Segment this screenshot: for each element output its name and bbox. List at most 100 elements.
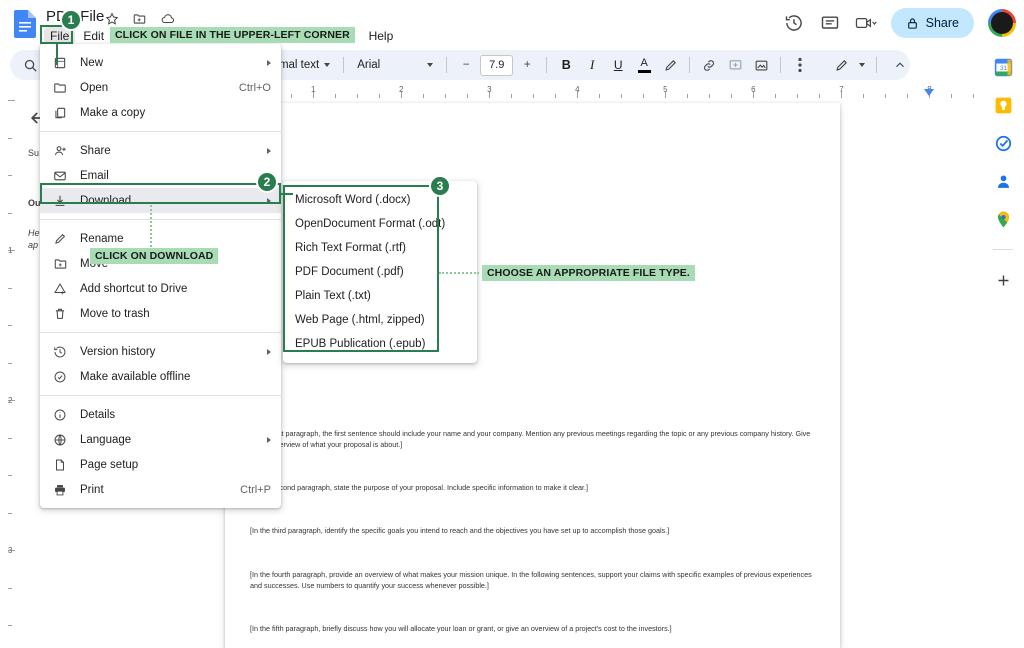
bold-button[interactable]: B	[554, 53, 578, 77]
collapse-chevron-icon[interactable]	[888, 53, 912, 77]
ruler-tick	[907, 94, 909, 98]
font-family-select[interactable]: Arial	[351, 53, 439, 77]
text-color-swatch	[637, 69, 651, 73]
decrease-font-size-button[interactable]: −	[454, 53, 478, 77]
menu-item-version-history[interactable]: Version history	[40, 339, 281, 364]
menu-item-shortcut: Ctrl+P	[240, 483, 271, 496]
doc-paragraph-5: [In the fifth paragraph, briefly discuss…	[250, 623, 672, 633]
menu-item-label: Details	[80, 408, 116, 421]
insert-link-icon[interactable]	[697, 53, 721, 77]
ruler-tick	[687, 94, 689, 98]
ruler-tick	[951, 94, 953, 98]
menu-divider	[40, 219, 281, 220]
right-indent-marker[interactable]	[924, 89, 935, 96]
ruler-tick	[555, 94, 557, 98]
file-menu-popup[interactable]: New Open Ctrl+O Make a copy Share Email …	[40, 44, 281, 508]
menu-item-details[interactable]: Details	[40, 402, 281, 427]
cloud-saved-icon[interactable]	[160, 12, 176, 26]
vertical-ruler[interactable]: 1 2 3	[8, 100, 20, 640]
star-icon[interactable]	[105, 12, 119, 26]
google-tasks-icon[interactable]	[992, 132, 1014, 154]
move-to-folder-icon[interactable]	[132, 12, 147, 26]
move-folder-icon	[52, 256, 68, 272]
submenu-arrow-icon	[267, 436, 271, 443]
ruler-number: 2	[8, 396, 13, 405]
menu-item-language[interactable]: Language	[40, 427, 281, 452]
menu-item-label: Make a copy	[80, 106, 146, 119]
menu-divider	[40, 395, 281, 396]
increase-font-size-button[interactable]: +	[515, 53, 539, 77]
submenu-arrow-icon	[267, 197, 271, 204]
step2-dotted-connector	[150, 205, 152, 247]
google-keep-icon[interactable]	[992, 94, 1014, 116]
toolbar-divider	[780, 57, 782, 73]
google-docs-icon[interactable]	[14, 10, 36, 38]
add-shortcut-icon	[52, 281, 68, 297]
insert-image-icon[interactable]	[749, 53, 773, 77]
google-maps-icon[interactable]	[992, 208, 1014, 230]
horizontal-ruler[interactable]: 12345678	[225, 85, 982, 98]
google-calendar-icon[interactable]: 31	[992, 56, 1014, 78]
toolbar-divider	[343, 57, 345, 73]
more-options-icon[interactable]	[788, 53, 812, 77]
submenu-item-html[interactable]: Web Page (.html, zipped)	[283, 308, 477, 332]
menu-item-download[interactable]: Download	[40, 188, 281, 213]
text-color-button[interactable]: A	[632, 53, 656, 77]
add-comment-icon[interactable]	[723, 53, 747, 77]
menu-item-open[interactable]: Open Ctrl+O	[40, 75, 281, 100]
version-history-icon[interactable]	[783, 12, 805, 34]
menu-edit[interactable]: Edit	[77, 27, 110, 45]
menu-item-share[interactable]: Share	[40, 138, 281, 163]
menu-item-make-available-offline[interactable]: Make available offline	[40, 364, 281, 389]
menu-item-move-to-trash[interactable]: Move to trash	[40, 301, 281, 326]
pencil-icon[interactable]	[829, 53, 853, 77]
ruler-tick	[357, 94, 358, 98]
share-button[interactable]: Share	[890, 8, 974, 38]
submenu-item-rtf[interactable]: Rich Text Format (.rtf)	[283, 236, 477, 260]
menu-item-label: New	[80, 56, 104, 69]
ruler-number: 2	[399, 85, 404, 94]
submenu-item-epub[interactable]: EPUB Publication (.epub)	[283, 332, 477, 356]
menu-item-label: Download	[80, 194, 132, 207]
menu-item-print[interactable]: Print Ctrl+P	[40, 477, 281, 502]
menu-item-label: Open	[80, 81, 109, 94]
menu-item-add-shortcut-to-drive[interactable]: Add shortcut to Drive	[40, 276, 281, 301]
step3-label: CHOOSE AN APPROPRIATE FILE TYPE.	[482, 265, 695, 281]
menu-item-label: Version history	[80, 345, 156, 358]
menu-item-label: Language	[80, 433, 132, 446]
folder-open-icon	[52, 80, 68, 96]
search-icon[interactable]	[18, 53, 42, 77]
menu-item-email[interactable]: Email	[40, 163, 281, 188]
underline-button[interactable]: U	[606, 53, 630, 77]
ruler-tick	[709, 94, 711, 98]
comment-icon[interactable]	[819, 12, 841, 34]
step1-badge: 1	[60, 9, 82, 31]
ruler-number: 1	[311, 85, 316, 94]
outline-fragment-3: He	[28, 228, 40, 238]
google-contacts-icon[interactable]	[992, 170, 1014, 192]
ruler-tick	[291, 94, 292, 98]
doc-paragraph-1: [In the first paragraph, the first sente…	[250, 429, 811, 450]
menu-item-label: Print	[80, 483, 104, 496]
step1-connector	[56, 44, 58, 65]
menu-help[interactable]: Help	[363, 27, 400, 45]
font-size-input[interactable]: 7.9	[480, 54, 514, 76]
submenu-item-txt[interactable]: Plain Text (.txt)	[283, 284, 477, 308]
menu-item-label: Make available offline	[80, 370, 191, 383]
highlight-pen-icon[interactable]	[658, 53, 682, 77]
toolbar-divider	[689, 57, 691, 73]
email-icon	[52, 168, 68, 184]
menu-item-label: Page setup	[80, 458, 139, 471]
chevron-down-icon[interactable]	[859, 63, 865, 67]
submenu-item-odt[interactable]: OpenDocument Format (.odt)	[283, 212, 477, 236]
menu-item-new[interactable]: New	[40, 50, 281, 75]
menu-item-label: Share	[80, 144, 111, 157]
menu-item-make-a-copy[interactable]: Make a copy	[40, 100, 281, 125]
menu-item-page-setup[interactable]: Page setup	[40, 452, 281, 477]
add-addon-icon[interactable]	[992, 269, 1014, 291]
video-camera-icon[interactable]	[855, 12, 877, 34]
italic-button[interactable]: I	[580, 53, 604, 77]
ruler-tick	[8, 325, 12, 326]
user-avatar[interactable]	[988, 9, 1016, 37]
step2-badge: 2	[256, 171, 278, 193]
